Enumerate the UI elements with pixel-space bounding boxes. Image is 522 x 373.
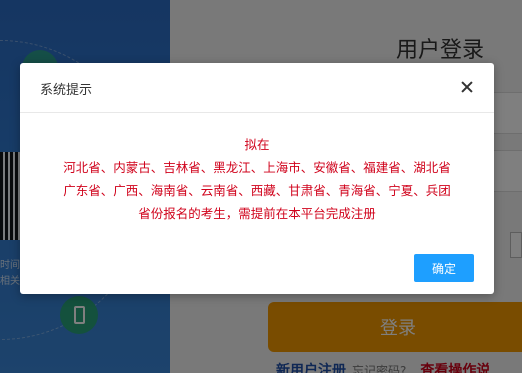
message-line: 广东省、广西、海南省、云南省、西藏、甘肃省、青海省、宁夏、兵团 — [63, 183, 451, 198]
dialog-title: 系统提示 — [40, 83, 93, 98]
dialog-message: 拟在 河北省、内蒙古、吉林省、黑龙江、上海市、安徽省、福建省、湖北省 广东省、广… — [20, 133, 494, 225]
confirm-button[interactable]: 确定 — [414, 254, 474, 282]
message-line: 拟在 — [244, 137, 270, 152]
close-icon[interactable] — [456, 75, 480, 99]
message-line: 省份报名的考生，需提前在本平台完成注册 — [138, 206, 376, 221]
message-line: 河北省、内蒙古、吉林省、黑龙江、上海市、安徽省、福建省、湖北省 — [63, 160, 451, 175]
system-prompt-dialog: 系统提示 拟在 河北省、内蒙古、吉林省、黑龙江、上海市、安徽省、福建省、湖北省 … — [20, 63, 494, 294]
dialog-header: 系统提示 — [20, 63, 494, 113]
